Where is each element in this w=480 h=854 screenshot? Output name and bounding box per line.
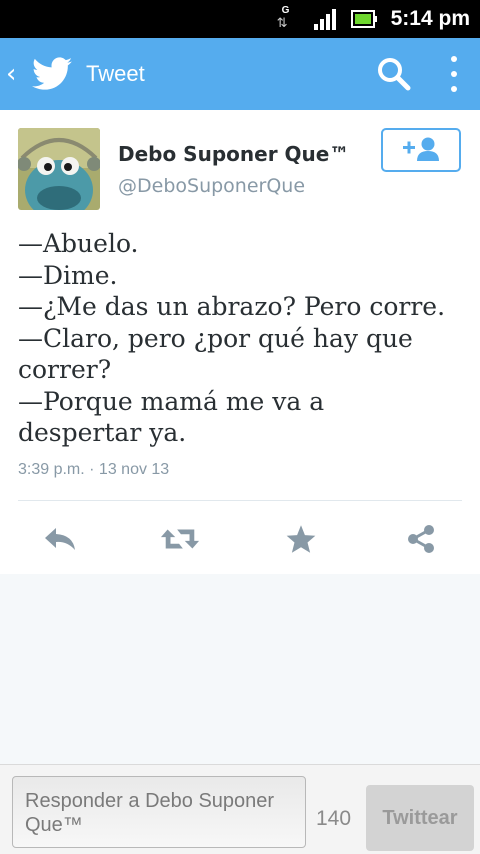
twitter-bird-icon[interactable] <box>32 57 72 91</box>
network-type-label: G <box>281 5 290 16</box>
search-icon[interactable] <box>376 56 412 92</box>
tweet-line: correr? <box>18 355 112 384</box>
status-bar: G ⇅ 5:14 pm <box>0 0 480 38</box>
reply-compose-bar: Responder a Debo Suponer Que™ 140 Twitte… <box>0 764 480 854</box>
data-transfer-icon: G ⇅ <box>276 5 290 31</box>
tweet-line: despertar ya. <box>18 418 187 447</box>
battery-icon <box>350 9 377 29</box>
action-bar: ‹ Tweet <box>0 38 480 110</box>
status-time: 5:14 pm <box>390 7 470 30</box>
retweet-icon[interactable] <box>160 522 200 556</box>
reply-input[interactable]: Responder a Debo Suponer Que™ <box>12 776 306 848</box>
favorite-icon[interactable] <box>281 522 321 556</box>
divider <box>18 500 462 501</box>
tweet-text: —Abuelo. —Dime. —¿Me das un abrazo? Pero… <box>18 228 468 449</box>
signal-icon <box>313 8 337 30</box>
overflow-menu-icon[interactable] <box>450 56 458 92</box>
author-name[interactable]: Debo Suponer Que™ <box>118 142 349 166</box>
tweet-line: —Abuelo. <box>18 229 139 258</box>
tweet-line: —Claro, pero ¿por qué hay que <box>18 323 413 353</box>
tweet-line: —¿Me das un abrazo? Pero corre. <box>18 292 446 321</box>
tweet-submit-button[interactable]: Twittear <box>366 785 474 851</box>
character-counter: 140 <box>316 807 352 830</box>
follow-button[interactable] <box>381 128 461 172</box>
tweet-line: —Dime. <box>18 260 118 290</box>
author-handle[interactable]: @DeboSuponerQue <box>118 175 305 197</box>
reply-icon[interactable] <box>40 522 80 556</box>
tweet-card: Debo Suponer Que™ @DeboSuponerQue —Abuel… <box>0 110 480 574</box>
tweet-timestamp: 3:39 p.m. · 13 nov 13 <box>18 461 170 478</box>
page-title: Tweet <box>86 61 145 86</box>
add-user-icon <box>401 136 441 165</box>
share-icon[interactable] <box>401 522 441 556</box>
tweet-line: —Porque mamá me va a <box>18 386 325 416</box>
back-icon[interactable]: ‹ <box>6 59 32 89</box>
avatar[interactable] <box>18 128 100 210</box>
